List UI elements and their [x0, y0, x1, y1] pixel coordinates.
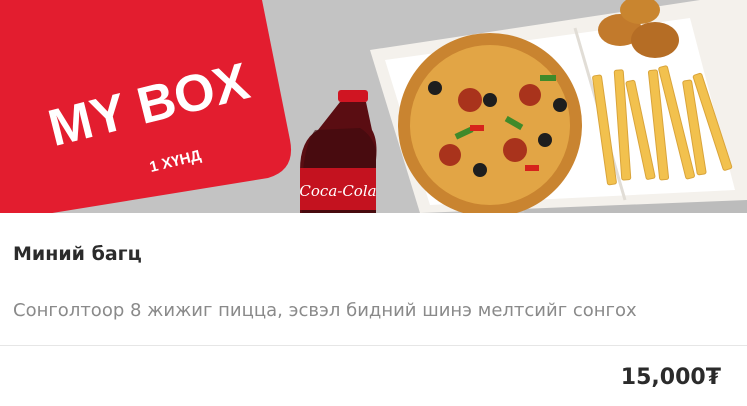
product-description: Сонголтоор 8 жижиг пицца, эсвэл бидний ш…: [13, 300, 637, 321]
product-image: MY BOX 1 ХҮНД Coca-Cola: [0, 0, 747, 213]
my-box-badge: MY BOX 1 ХҮНД: [0, 0, 291, 213]
product-title: Миний багц: [13, 243, 142, 265]
product-card[interactable]: MY BOX 1 ХҮНД Coca-Cola Миний багц Сонго…: [0, 0, 747, 406]
divider: [0, 345, 747, 346]
product-price: 15,000₮: [620, 365, 721, 390]
bottle-brand: Coca-Cola: [299, 182, 376, 200]
